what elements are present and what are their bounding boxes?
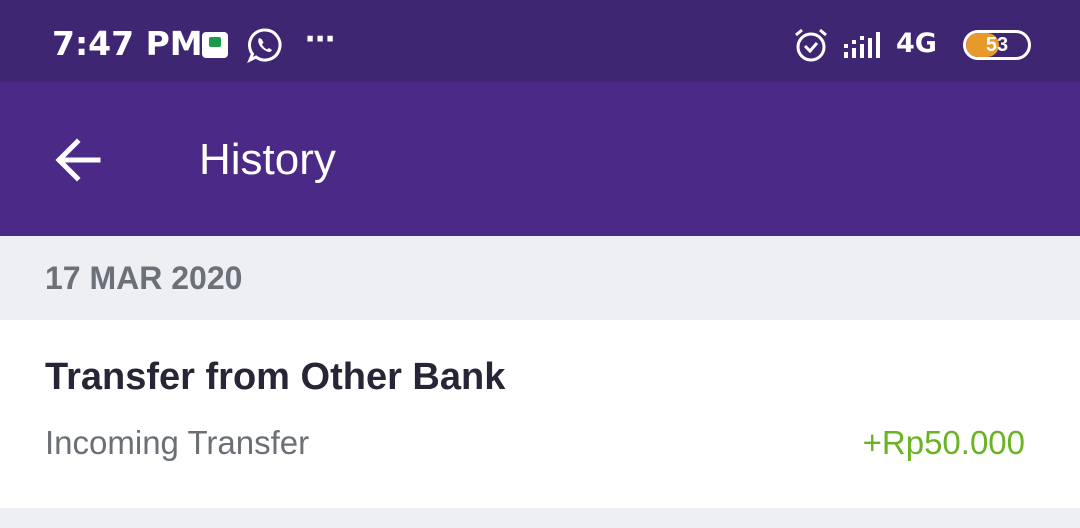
date-group-header: 17 MAR 2020 bbox=[0, 236, 1080, 320]
transaction-list-item[interactable]: Transfer from Other Bank Incoming Transf… bbox=[0, 320, 1080, 508]
date-label: 17 MAR 2020 bbox=[45, 260, 243, 296]
status-time: 7:47 PM bbox=[52, 24, 203, 63]
back-button[interactable] bbox=[42, 125, 112, 195]
bank-app-icon bbox=[202, 32, 228, 58]
transaction-type: Incoming Transfer bbox=[45, 424, 310, 461]
status-bar: 7:47 PM ⋯ 4G 53 bbox=[0, 0, 1080, 82]
page-title: History bbox=[199, 135, 336, 184]
whatsapp-icon bbox=[247, 28, 282, 63]
more-notifications-icon: ⋯ bbox=[305, 23, 339, 56]
transaction-amount: +Rp50.000 bbox=[862, 424, 1025, 461]
battery-level: 53 bbox=[985, 34, 1009, 56]
battery-icon: 53 bbox=[963, 30, 1031, 60]
network-type: 4G bbox=[896, 28, 937, 59]
app-bar: History bbox=[0, 82, 1080, 236]
alarm-icon bbox=[795, 28, 827, 62]
transaction-title: Transfer from Other Bank bbox=[45, 356, 506, 398]
signal-icon bbox=[844, 32, 880, 58]
arrow-left-icon bbox=[55, 138, 101, 182]
